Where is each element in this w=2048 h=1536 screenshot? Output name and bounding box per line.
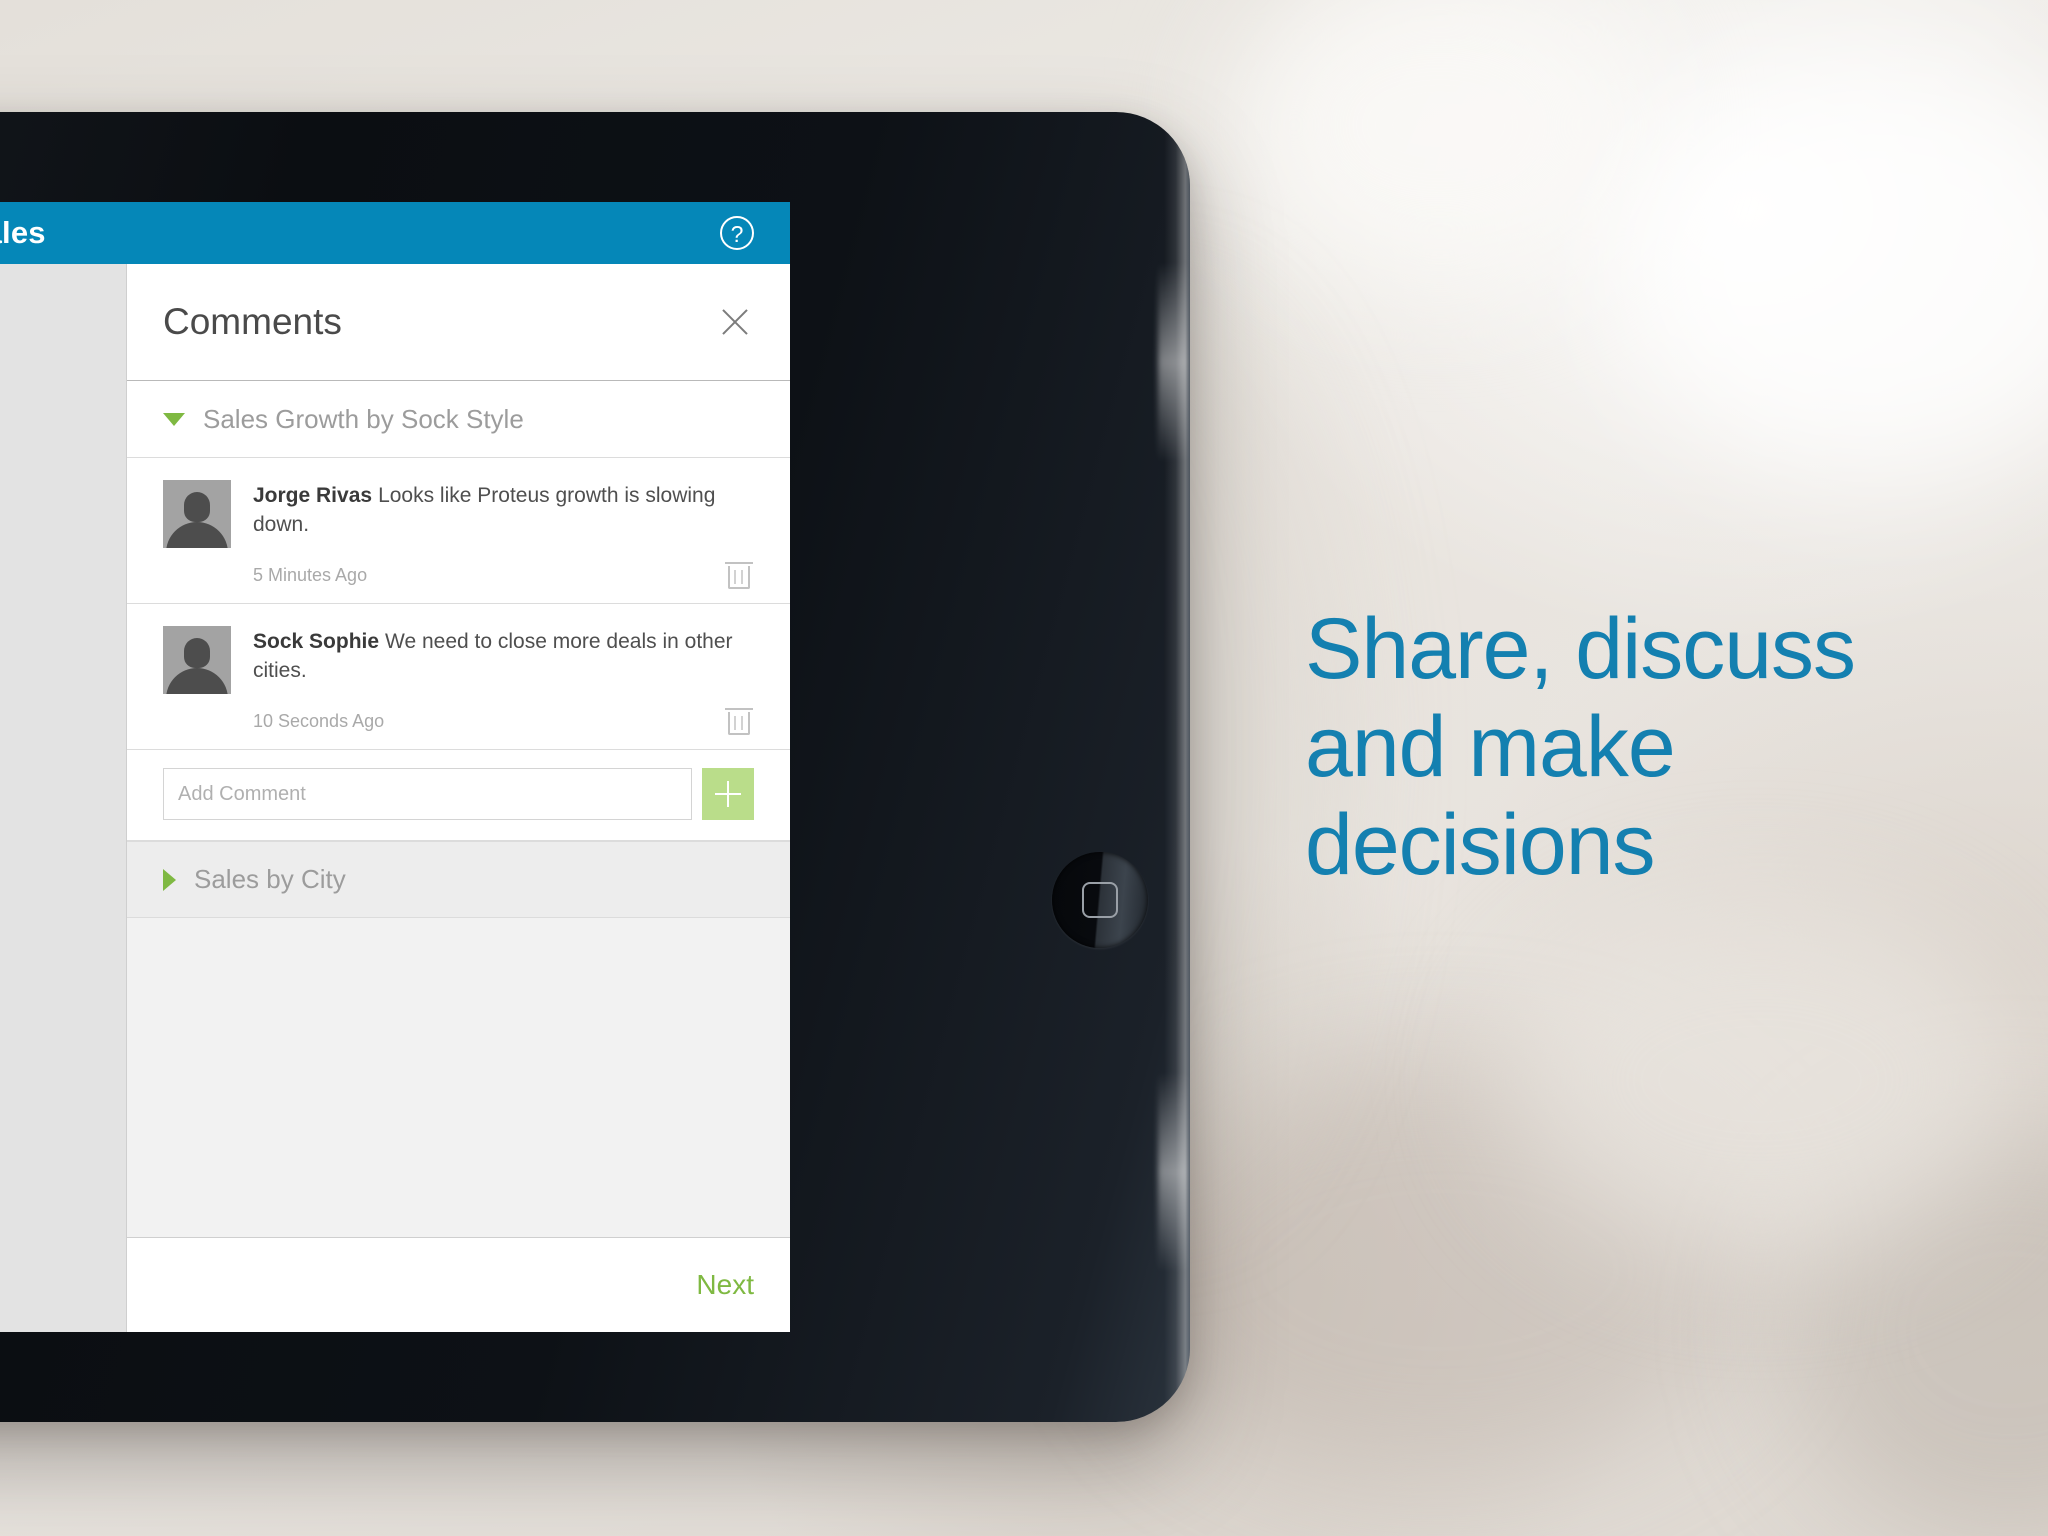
bezel-highlight [1158, 262, 1188, 462]
dashboard-canvas: Sum▾ 0.02▾ Widmere $0.049 [0, 264, 126, 1332]
comments-header: Comments [127, 264, 790, 381]
comment-body: Sock Sophie We need to close more deals i… [163, 626, 754, 694]
comment-author: Sock Sophie [253, 630, 380, 653]
comment-body: Jorge Rivas Looks like Proteus growth is … [163, 480, 754, 548]
comment-text: Jorge Rivas Looks like Proteus growth is … [253, 480, 754, 548]
avatar [163, 480, 231, 548]
section-label: Sales by City [194, 864, 346, 894]
comments-footer: Next [127, 1237, 790, 1332]
section-header-sales-by-city[interactable]: Sales by City [127, 841, 790, 918]
comment-timestamp: 5 Minutes Ago [253, 565, 368, 585]
screenshot-stage: Sock Sales ? Sum▾ 0.02▾ Widmere $0.049 [0, 0, 2048, 1536]
add-comment-row [127, 750, 790, 841]
section-header-sales-growth[interactable]: Sales Growth by Sock Style [127, 381, 790, 458]
trash-icon[interactable] [725, 562, 753, 589]
comment-meta: 10 Seconds Ago [163, 708, 754, 735]
help-circle-icon[interactable]: ? [720, 216, 754, 250]
trash-icon[interactable] [725, 708, 753, 735]
comment-item[interactable]: Sock Sophie We need to close more deals i… [127, 604, 790, 750]
next-button[interactable]: Next [696, 1269, 754, 1301]
avatar [163, 626, 231, 694]
comment-text: Sock Sophie We need to close more deals i… [253, 626, 754, 694]
triangle-right-icon [163, 868, 176, 891]
comment-item[interactable]: Jorge Rivas Looks like Proteus growth is … [127, 458, 790, 604]
plus-icon[interactable] [702, 768, 754, 820]
comment-timestamp: 10 Seconds Ago [253, 711, 385, 731]
app-header: Sock Sales ? [0, 202, 790, 264]
comment-author: Jorge Rivas [253, 484, 373, 507]
comments-title: Comments [163, 301, 342, 342]
marketing-line-2: and make [1305, 699, 1676, 796]
comments-panel: Comments Sales Growth by Sock Style Jorg… [126, 264, 790, 1332]
marketing-headline: Share, discuss and make decisions [1305, 600, 2005, 894]
marketing-line-1: Share, discuss [1305, 601, 1856, 697]
bezel-highlight [1158, 1072, 1188, 1272]
page-title: Sock Sales [0, 215, 46, 250]
home-square-icon [1082, 882, 1118, 918]
section-label: Sales Growth by Sock Style [203, 403, 524, 434]
close-icon[interactable] [718, 305, 752, 339]
tablet-screen: Sock Sales ? Sum▾ 0.02▾ Widmere $0.049 [0, 202, 790, 1332]
triangle-down-icon [163, 412, 185, 426]
avatar-head [184, 638, 210, 668]
home-button[interactable] [1052, 852, 1148, 948]
tablet-device: Sock Sales ? Sum▾ 0.02▾ Widmere $0.049 [0, 112, 1190, 1422]
avatar-body [166, 668, 228, 694]
avatar-head [184, 492, 210, 522]
add-comment-input[interactable] [163, 768, 692, 820]
background-blur-blob [1500, 900, 2020, 1260]
comment-meta: 5 Minutes Ago [163, 562, 754, 589]
marketing-line-3: decisions [1305, 797, 1656, 894]
avatar-body [166, 522, 228, 548]
